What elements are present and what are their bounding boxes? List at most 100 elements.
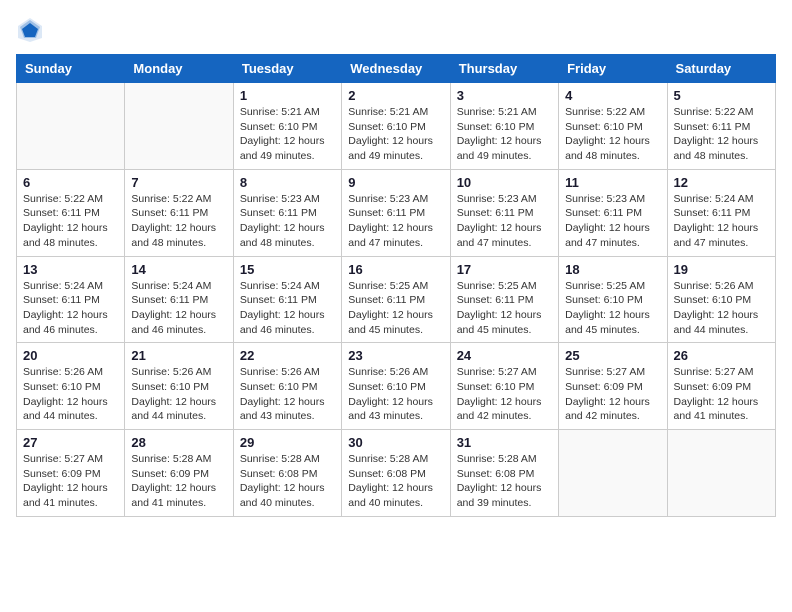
day-info: Sunrise: 5:26 AMSunset: 6:10 PMDaylight:… (240, 365, 335, 424)
day-number: 1 (240, 88, 335, 103)
day-info: Sunrise: 5:24 AMSunset: 6:11 PMDaylight:… (674, 192, 769, 251)
day-number: 18 (565, 262, 660, 277)
day-info: Sunrise: 5:22 AMSunset: 6:10 PMDaylight:… (565, 105, 660, 164)
day-number: 17 (457, 262, 552, 277)
calendar-cell: 29 Sunrise: 5:28 AMSunset: 6:08 PMDayligh… (233, 430, 341, 517)
day-number: 6 (23, 175, 118, 190)
calendar-cell: 27 Sunrise: 5:27 AMSunset: 6:09 PMDayligh… (17, 430, 125, 517)
day-info: Sunrise: 5:27 AMSunset: 6:09 PMDaylight:… (23, 452, 118, 511)
calendar-cell: 17 Sunrise: 5:25 AMSunset: 6:11 PMDayligh… (450, 256, 558, 343)
calendar-cell: 14 Sunrise: 5:24 AMSunset: 6:11 PMDayligh… (125, 256, 233, 343)
calendar-cell: 22 Sunrise: 5:26 AMSunset: 6:10 PMDayligh… (233, 343, 341, 430)
day-header-saturday: Saturday (667, 55, 775, 83)
day-info: Sunrise: 5:26 AMSunset: 6:10 PMDaylight:… (23, 365, 118, 424)
day-info: Sunrise: 5:28 AMSunset: 6:08 PMDaylight:… (348, 452, 443, 511)
calendar-cell: 8 Sunrise: 5:23 AMSunset: 6:11 PMDaylight… (233, 169, 341, 256)
day-number: 15 (240, 262, 335, 277)
day-number: 22 (240, 348, 335, 363)
day-info: Sunrise: 5:21 AMSunset: 6:10 PMDaylight:… (348, 105, 443, 164)
calendar-cell: 5 Sunrise: 5:22 AMSunset: 6:11 PMDaylight… (667, 83, 775, 170)
day-info: Sunrise: 5:25 AMSunset: 6:11 PMDaylight:… (457, 279, 552, 338)
day-number: 2 (348, 88, 443, 103)
calendar-cell: 21 Sunrise: 5:26 AMSunset: 6:10 PMDayligh… (125, 343, 233, 430)
day-number: 19 (674, 262, 769, 277)
calendar-cell (125, 83, 233, 170)
day-number: 31 (457, 435, 552, 450)
day-info: Sunrise: 5:23 AMSunset: 6:11 PMDaylight:… (348, 192, 443, 251)
day-number: 16 (348, 262, 443, 277)
week-row-4: 20 Sunrise: 5:26 AMSunset: 6:10 PMDayligh… (17, 343, 776, 430)
calendar-table: SundayMondayTuesdayWednesdayThursdayFrid… (16, 54, 776, 517)
day-info: Sunrise: 5:24 AMSunset: 6:11 PMDaylight:… (131, 279, 226, 338)
day-info: Sunrise: 5:22 AMSunset: 6:11 PMDaylight:… (131, 192, 226, 251)
day-info: Sunrise: 5:28 AMSunset: 6:09 PMDaylight:… (131, 452, 226, 511)
day-number: 7 (131, 175, 226, 190)
day-header-sunday: Sunday (17, 55, 125, 83)
calendar-cell: 15 Sunrise: 5:24 AMSunset: 6:11 PMDayligh… (233, 256, 341, 343)
calendar-cell: 30Sunrise: 5:28 AMSunset: 6:08 PMDayligh… (342, 430, 450, 517)
day-number: 23 (348, 348, 443, 363)
calendar-cell: 12Sunrise: 5:24 AMSunset: 6:11 PMDayligh… (667, 169, 775, 256)
day-number: 28 (131, 435, 226, 450)
calendar-cell: 28 Sunrise: 5:28 AMSunset: 6:09 PMDayligh… (125, 430, 233, 517)
day-info: Sunrise: 5:24 AMSunset: 6:11 PMDaylight:… (240, 279, 335, 338)
day-number: 8 (240, 175, 335, 190)
day-info: Sunrise: 5:21 AMSunset: 6:10 PMDaylight:… (240, 105, 335, 164)
day-info: Sunrise: 5:23 AMSunset: 6:11 PMDaylight:… (240, 192, 335, 251)
day-number: 10 (457, 175, 552, 190)
calendar-cell: 6 Sunrise: 5:22 AMSunset: 6:11 PMDaylight… (17, 169, 125, 256)
calendar-cell (17, 83, 125, 170)
calendar-cell: 31Sunrise: 5:28 AMSunset: 6:08 PMDayligh… (450, 430, 558, 517)
day-number: 25 (565, 348, 660, 363)
calendar-cell: 25 Sunrise: 5:27 AMSunset: 6:09 PMDayligh… (559, 343, 667, 430)
calendar-cell: 26Sunrise: 5:27 AMSunset: 6:09 PMDayligh… (667, 343, 775, 430)
calendar-cell: 20 Sunrise: 5:26 AMSunset: 6:10 PMDayligh… (17, 343, 125, 430)
day-info: Sunrise: 5:26 AMSunset: 6:10 PMDaylight:… (131, 365, 226, 424)
day-info: Sunrise: 5:22 AMSunset: 6:11 PMDaylight:… (23, 192, 118, 251)
calendar-cell: 2 Sunrise: 5:21 AMSunset: 6:10 PMDaylight… (342, 83, 450, 170)
calendar-cell: 13Sunrise: 5:24 AMSunset: 6:11 PMDayligh… (17, 256, 125, 343)
day-number: 9 (348, 175, 443, 190)
day-number: 3 (457, 88, 552, 103)
day-number: 20 (23, 348, 118, 363)
day-number: 27 (23, 435, 118, 450)
day-number: 21 (131, 348, 226, 363)
day-info: Sunrise: 5:26 AMSunset: 6:10 PMDaylight:… (348, 365, 443, 424)
logo-icon (16, 16, 44, 44)
calendar-cell: 24 Sunrise: 5:27 AMSunset: 6:10 PMDayligh… (450, 343, 558, 430)
day-info: Sunrise: 5:25 AMSunset: 6:10 PMDaylight:… (565, 279, 660, 338)
day-header-friday: Friday (559, 55, 667, 83)
page-header (16, 16, 776, 44)
calendar-cell: 7 Sunrise: 5:22 AMSunset: 6:11 PMDaylight… (125, 169, 233, 256)
day-info: Sunrise: 5:21 AMSunset: 6:10 PMDaylight:… (457, 105, 552, 164)
day-header-monday: Monday (125, 55, 233, 83)
calendar-cell: 4 Sunrise: 5:22 AMSunset: 6:10 PMDaylight… (559, 83, 667, 170)
calendar-cell: 19 Sunrise: 5:26 AMSunset: 6:10 PMDayligh… (667, 256, 775, 343)
days-header-row: SundayMondayTuesdayWednesdayThursdayFrid… (17, 55, 776, 83)
day-info: Sunrise: 5:23 AMSunset: 6:11 PMDaylight:… (565, 192, 660, 251)
calendar-cell: 16 Sunrise: 5:25 AMSunset: 6:11 PMDayligh… (342, 256, 450, 343)
week-row-2: 6 Sunrise: 5:22 AMSunset: 6:11 PMDaylight… (17, 169, 776, 256)
day-info: Sunrise: 5:22 AMSunset: 6:11 PMDaylight:… (674, 105, 769, 164)
calendar-cell: 18 Sunrise: 5:25 AMSunset: 6:10 PMDayligh… (559, 256, 667, 343)
day-number: 14 (131, 262, 226, 277)
day-info: Sunrise: 5:27 AMSunset: 6:10 PMDaylight:… (457, 365, 552, 424)
day-header-tuesday: Tuesday (233, 55, 341, 83)
day-number: 5 (674, 88, 769, 103)
calendar-cell (559, 430, 667, 517)
day-info: Sunrise: 5:26 AMSunset: 6:10 PMDaylight:… (674, 279, 769, 338)
day-info: Sunrise: 5:28 AMSunset: 6:08 PMDaylight:… (240, 452, 335, 511)
calendar-cell: 1 Sunrise: 5:21 AMSunset: 6:10 PMDaylight… (233, 83, 341, 170)
calendar-cell: 9 Sunrise: 5:23 AMSunset: 6:11 PMDaylight… (342, 169, 450, 256)
day-number: 24 (457, 348, 552, 363)
day-info: Sunrise: 5:25 AMSunset: 6:11 PMDaylight:… (348, 279, 443, 338)
calendar-cell: 3 Sunrise: 5:21 AMSunset: 6:10 PMDaylight… (450, 83, 558, 170)
day-number: 29 (240, 435, 335, 450)
week-row-3: 13Sunrise: 5:24 AMSunset: 6:11 PMDayligh… (17, 256, 776, 343)
day-header-wednesday: Wednesday (342, 55, 450, 83)
day-info: Sunrise: 5:27 AMSunset: 6:09 PMDaylight:… (565, 365, 660, 424)
day-number: 4 (565, 88, 660, 103)
week-row-5: 27 Sunrise: 5:27 AMSunset: 6:09 PMDayligh… (17, 430, 776, 517)
calendar-cell: 23 Sunrise: 5:26 AMSunset: 6:10 PMDayligh… (342, 343, 450, 430)
day-info: Sunrise: 5:27 AMSunset: 6:09 PMDaylight:… (674, 365, 769, 424)
